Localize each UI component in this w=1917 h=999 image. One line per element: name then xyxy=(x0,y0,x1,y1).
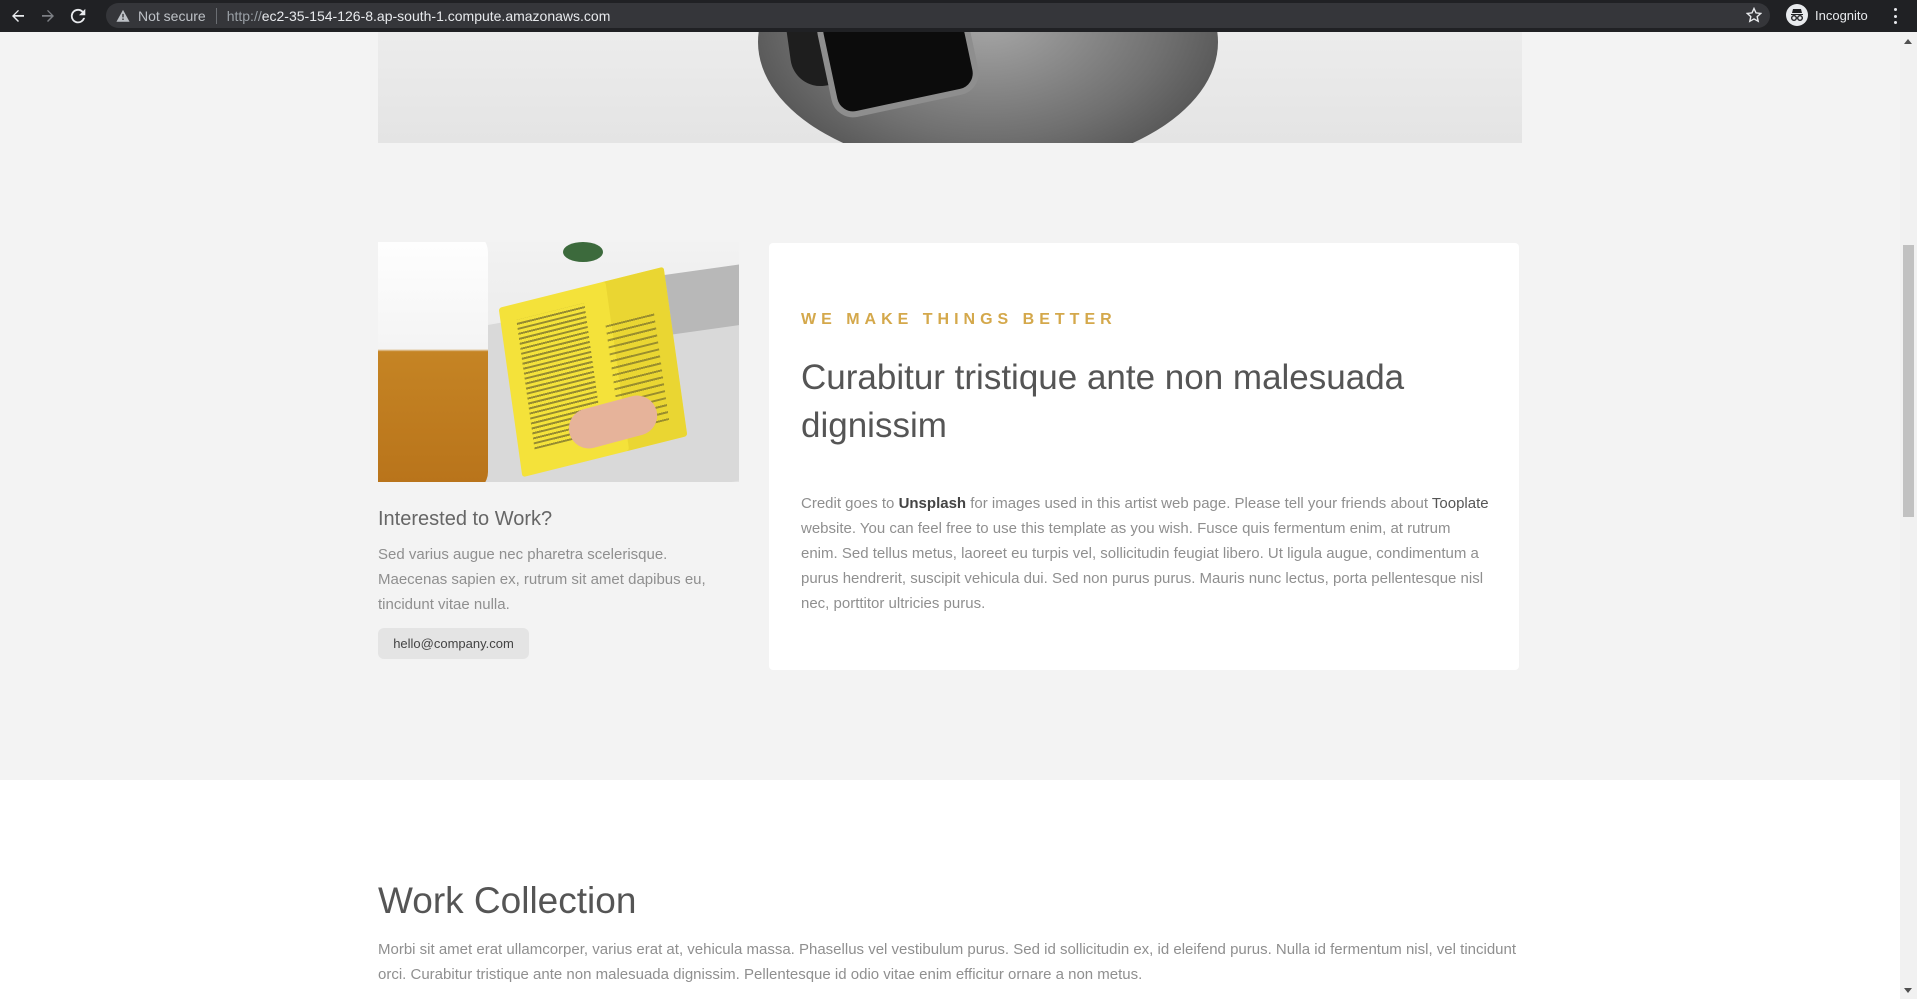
about-body-intro: Credit goes to xyxy=(801,495,895,512)
url-scheme: http:// xyxy=(226,7,262,24)
about-eyebrow: WE MAKE THINGS BETTER xyxy=(801,311,1117,328)
photo-plant xyxy=(563,242,603,262)
about-body-rest: website. You can feel free to use this t… xyxy=(801,520,1484,612)
page-scrollbar[interactable] xyxy=(1900,32,1917,999)
email-button[interactable]: hello@company.com xyxy=(378,628,529,659)
tooplate-link[interactable]: Tooplate xyxy=(1432,495,1489,512)
about-heading: Curabitur tristique ante non malesuada d… xyxy=(801,358,1405,445)
about-body-middle: for images used in this artist web page.… xyxy=(970,495,1428,512)
back-arrow-icon[interactable] xyxy=(6,4,30,28)
about-card: WE MAKE THINGS BETTER Curabitur tristiqu… xyxy=(769,243,1519,670)
incognito-icon xyxy=(1786,4,1808,26)
warning-icon xyxy=(116,9,130,22)
incognito-indicator[interactable]: Incognito xyxy=(1786,4,1868,26)
security-label: Not secure xyxy=(138,7,206,24)
work-collection-section: Work Collection Morbi sit amet erat ulla… xyxy=(0,780,1900,999)
profile-label: Incognito xyxy=(1815,7,1868,23)
kebab-menu-icon[interactable] xyxy=(1888,6,1902,26)
reload-icon[interactable] xyxy=(66,4,90,28)
photo-person xyxy=(378,242,488,482)
security-indicator[interactable]: Not secure xyxy=(116,8,206,24)
scroll-up-arrow-icon[interactable] xyxy=(1904,39,1912,44)
url-host: ec2-35-154-126-8.ap-south-1.compute.amaz… xyxy=(261,7,611,24)
scroll-down-arrow-icon[interactable] xyxy=(1904,988,1912,993)
work-collection-title: Work Collection xyxy=(378,880,637,921)
omnibox-divider xyxy=(215,7,217,24)
interested-title: Interested to Work? xyxy=(378,508,553,530)
unsplash-link[interactable]: Unsplash xyxy=(899,495,967,512)
work-collection-text: Morbi sit amet erat ullamcorper, varius … xyxy=(378,941,1517,983)
hero-image xyxy=(378,32,1522,143)
browser-toolbar: Not secure http://ec2-35-154-126-8.ap-so… xyxy=(0,0,1917,32)
interested-text: Sed varius augue nec pharetra scelerisqu… xyxy=(378,546,706,613)
address-bar[interactable]: Not secure http://ec2-35-154-126-8.ap-so… xyxy=(106,3,1770,28)
scrollbar-thumb[interactable] xyxy=(1903,245,1914,517)
about-body: Credit goes to Unsplash for images used … xyxy=(801,491,1491,616)
forward-arrow-icon[interactable] xyxy=(36,4,60,28)
magazine-photo xyxy=(378,242,739,482)
url-text[interactable]: http://ec2-35-154-126-8.ap-south-1.compu… xyxy=(227,8,611,24)
star-icon[interactable] xyxy=(1745,6,1763,28)
